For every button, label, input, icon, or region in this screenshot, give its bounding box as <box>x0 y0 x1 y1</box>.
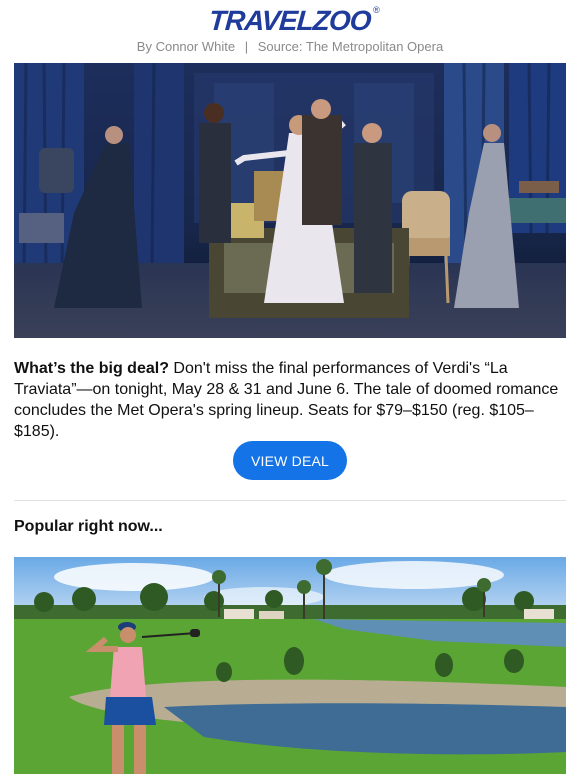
opera-stage-illustration <box>14 63 566 338</box>
byline-separator: | <box>244 39 249 54</box>
email-page: TRAVELZOO ® By Connor White | Source: Th… <box>0 0 580 774</box>
logo-wrap: TRAVELZOO ® <box>208 5 380 37</box>
opera-stage-photo[interactable] <box>14 63 566 338</box>
byline: By Connor White | Source: The Metropolit… <box>0 39 580 54</box>
logo-registered-mark: ® <box>373 5 380 15</box>
source: Source: The Metropolitan Opera <box>257 39 444 54</box>
section-divider <box>14 500 566 501</box>
author: By Connor White <box>136 39 236 54</box>
deal-lead: What’s the big deal? <box>14 360 169 377</box>
golf-course-illustration <box>14 557 566 774</box>
golf-course-photo[interactable] <box>14 557 566 774</box>
popular-section-title: Popular right now... <box>14 518 163 535</box>
deal-description: What’s the big deal? Don't miss the fina… <box>14 358 570 442</box>
view-deal-button[interactable]: VIEW DEAL <box>233 441 347 480</box>
travelzoo-logo[interactable]: TRAVELZOO ® <box>0 4 580 38</box>
logo-text: TRAVELZOO <box>208 5 372 36</box>
